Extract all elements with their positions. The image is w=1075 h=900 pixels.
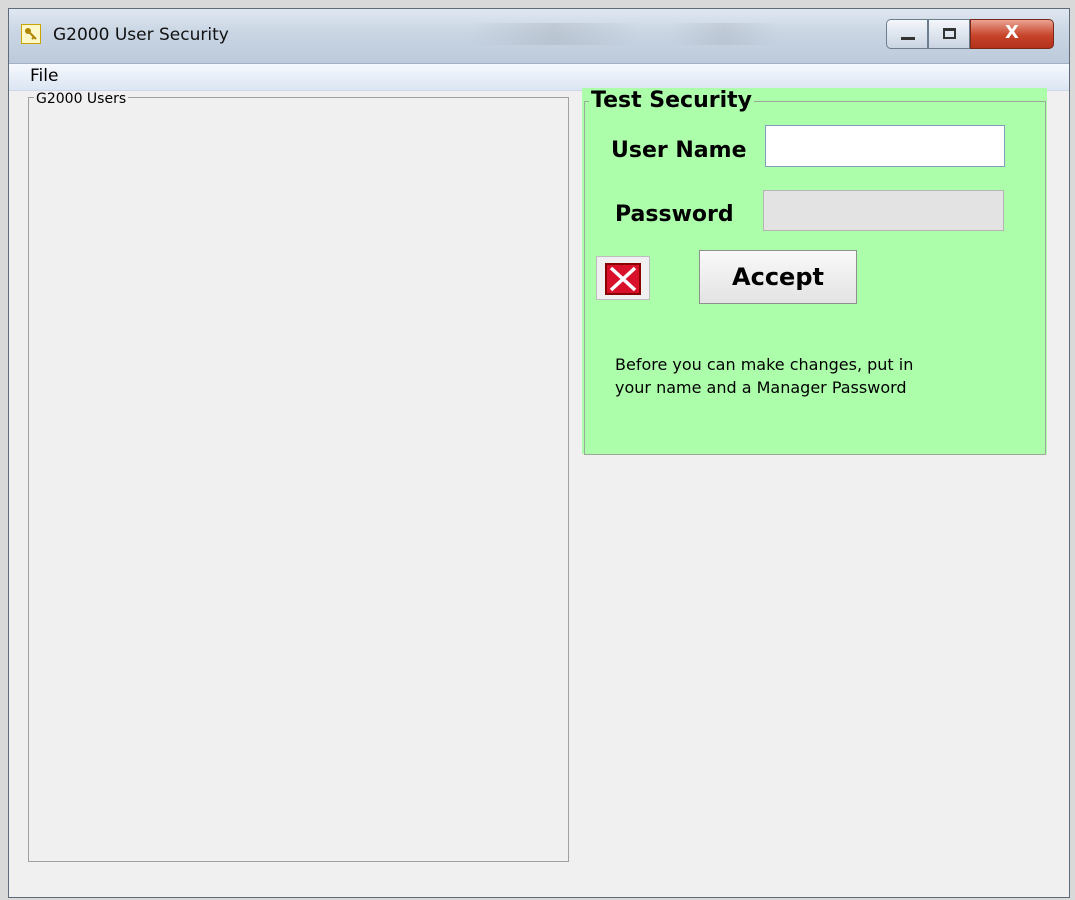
users-group-label: G2000 Users (34, 91, 129, 107)
password-input[interactable] (763, 190, 1004, 231)
maximize-icon (943, 28, 956, 39)
title-bar[interactable]: G2000 User Security X (9, 9, 1069, 64)
maximize-button[interactable] (928, 19, 970, 49)
user-name-label: User Name (611, 138, 747, 163)
menu-bar: File (9, 64, 1069, 91)
instruction-message: Before you can make changes, put in your… (615, 353, 1015, 399)
instruction-line-1: Before you can make changes, put in (615, 355, 914, 374)
users-list[interactable] (28, 97, 569, 862)
test-security-title: Test Security (589, 88, 754, 114)
accept-button[interactable]: Accept (699, 250, 857, 304)
red-x-icon (605, 263, 641, 295)
close-button[interactable]: X (970, 19, 1054, 49)
user-name-input[interactable] (765, 125, 1005, 167)
blurred-title-text (469, 23, 639, 45)
minimize-button[interactable] (886, 19, 928, 49)
minimize-icon (901, 37, 915, 40)
instruction-line-2: your name and a Manager Password (615, 378, 907, 397)
blurred-title-text-2 (669, 23, 779, 45)
close-icon: X (1005, 22, 1019, 43)
cancel-button[interactable] (596, 256, 650, 300)
menu-item-file[interactable]: File (30, 66, 58, 86)
key-icon (21, 24, 41, 44)
window-title: G2000 User Security (53, 25, 229, 45)
password-label: Password (615, 202, 734, 227)
